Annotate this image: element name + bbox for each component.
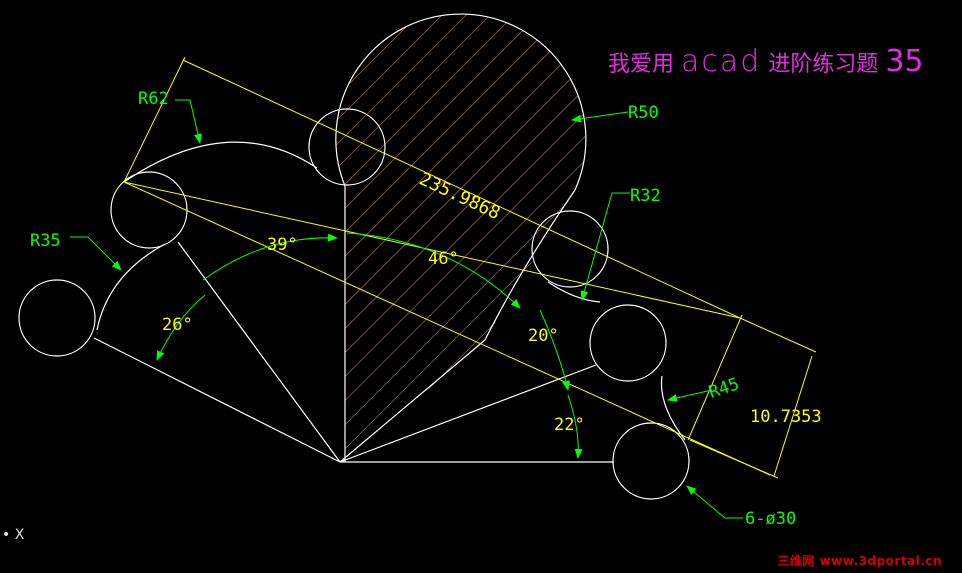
watermark: 三维网 www.3dportal.cn	[777, 554, 942, 568]
drawing-title: 我爱用 acad 进阶练习题 35	[608, 44, 924, 79]
cad-drawing: R62 R50 R32 R35 R45 235.9868 10.7353 39°…	[18, 13, 822, 529]
leader-r35	[70, 236, 122, 271]
ucs-axis-icon: • X	[2, 527, 25, 543]
label-ang46: 46°	[428, 249, 459, 269]
circle-right-mid	[589, 304, 667, 382]
title-suffix: 进阶练习题	[768, 52, 879, 77]
label-ang20: 20°	[528, 326, 559, 346]
leader-r62	[175, 99, 202, 144]
label-ang39: 39°	[267, 235, 298, 255]
label-r62: R62	[138, 89, 169, 109]
arc-ang20	[539, 309, 570, 391]
circle-upper-left	[110, 171, 188, 249]
leader-r32	[580, 192, 630, 301]
arc-r62	[123, 141, 318, 183]
leader-holes	[686, 485, 743, 519]
label-holes: 6-ø30	[745, 509, 796, 529]
label-dim-short: 10.7353	[750, 407, 822, 427]
label-ang26: 26°	[162, 315, 193, 335]
circle-left	[18, 279, 96, 357]
label-ang22: 22°	[554, 415, 585, 435]
label-r50: R50	[628, 103, 659, 123]
line-ray-2	[177, 241, 341, 463]
label-r45: R45	[706, 374, 741, 403]
line-ray-1	[93, 337, 341, 463]
dim-ext-3	[739, 317, 817, 353]
label-r32: R32	[630, 186, 661, 206]
circle-bottom-right	[612, 422, 690, 500]
title-latin: acad	[681, 44, 762, 79]
title-number: 35	[885, 44, 924, 79]
dim-ext-4	[689, 439, 779, 479]
title-prefix: 我爱用	[608, 52, 675, 77]
label-r35: R35	[30, 231, 61, 251]
